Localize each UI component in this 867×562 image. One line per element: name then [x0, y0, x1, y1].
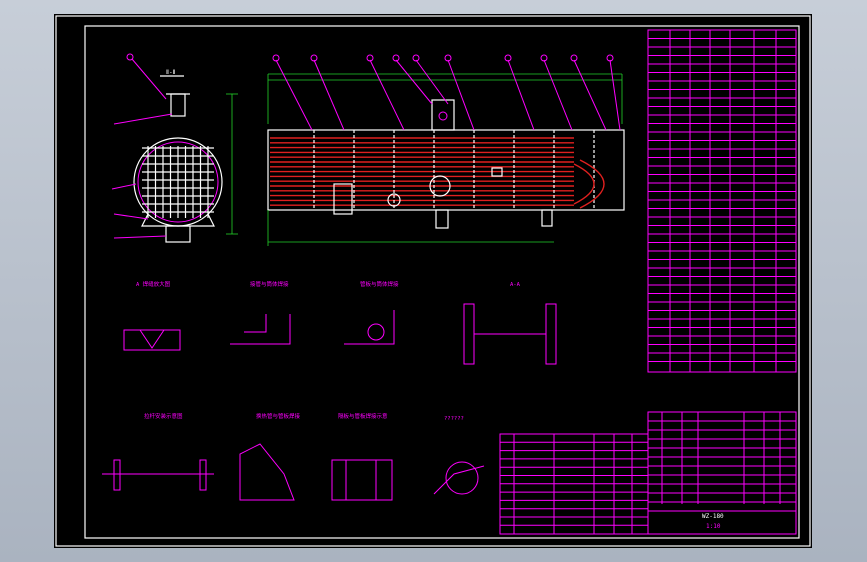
saddle-right — [541, 209, 553, 227]
leader-3 — [113, 213, 149, 220]
shell-outline — [267, 129, 625, 211]
leader-line — [369, 59, 405, 131]
leader-line — [275, 59, 313, 131]
detail-5-plate-2 — [199, 459, 207, 491]
end-view: Ⅱ-Ⅱ — [111, 53, 238, 243]
detail-7-section — [331, 459, 393, 501]
detail-4-plate-left — [463, 303, 475, 365]
detail-8-tube — [445, 461, 479, 495]
view-ii-label: Ⅱ-Ⅱ — [166, 69, 176, 76]
parts-list — [499, 433, 649, 535]
leader-line — [609, 59, 621, 131]
detail-a-plate — [123, 329, 181, 351]
nozzle-flange-face — [438, 111, 448, 121]
technical-data-table — [647, 29, 797, 373]
leader-2 — [111, 183, 137, 190]
detail-6-section — [239, 443, 295, 501]
cad-viewport: Ⅱ-Ⅱ A 焊缝放大图 接管与筒体焊接 管板与筒体焊接 A-A 拉杆安装示意图 … — [0, 0, 867, 562]
detail-8-title: ?????? — [444, 416, 464, 422]
u-bend-2 — [579, 159, 605, 209]
table-rows — [648, 30, 796, 372]
bottom-outlet — [435, 209, 449, 229]
leader-line — [395, 59, 433, 105]
leader-4 — [113, 235, 167, 239]
detail-4-title: A-A — [510, 282, 521, 288]
detail-2-weld — [244, 314, 267, 333]
leader-1 — [113, 113, 173, 125]
balloon-1 — [126, 53, 134, 61]
detail-row-2: 拉杆安装示意图 换热管与管板焊接 隔板与管板焊接示意 ?????? — [102, 412, 485, 501]
drawing-number: WZ-180 — [702, 513, 724, 520]
leader-line — [573, 59, 607, 131]
detail-7-partition — [345, 460, 377, 500]
leader-line — [507, 59, 535, 131]
detail-3-profile — [344, 310, 395, 345]
drawing-canvas: Ⅱ-Ⅱ A 焊缝放大图 接管与筒体焊接 管板与筒体焊接 A-A 拉杆安装示意图 … — [55, 15, 811, 547]
drawing-sheet: Ⅱ-Ⅱ A 焊缝放大图 接管与筒体焊接 管板与筒体焊接 A-A 拉杆安装示意图 … — [54, 14, 812, 548]
parts-list-rows — [500, 434, 648, 534]
bottom-nozzle — [165, 225, 191, 243]
title-block-rows — [648, 412, 796, 512]
leader-line — [415, 59, 449, 105]
detail-row-1: A 焊缝放大图 接管与筒体焊接 管板与筒体焊接 A-A — [123, 280, 557, 365]
detail-4-plate-right — [545, 303, 557, 365]
top-nozzle — [170, 93, 186, 117]
detail-7-title: 隔板与管板焊接示意 — [338, 412, 388, 420]
detail-a-title: A 焊缝放大图 — [136, 280, 171, 288]
tube-bundle — [270, 137, 574, 206]
drawing-scale: 1:10 — [706, 523, 721, 530]
detail-3-title: 管板与筒体焊接 — [360, 280, 399, 288]
detail-6-title: 换热管与管板焊接 — [256, 412, 301, 420]
detail-3-weld — [367, 323, 385, 341]
detail-5-plate-1 — [113, 459, 121, 491]
tube-bundle-pattern — [142, 146, 214, 218]
detail-2-profile — [230, 314, 291, 345]
main-view — [267, 54, 625, 246]
detail-2-title: 接管与筒体焊接 — [250, 280, 289, 288]
detail-5-title: 拉杆安装示意图 — [144, 412, 183, 420]
shell-inlet-nozzle — [431, 99, 455, 131]
u-bend-1 — [573, 163, 595, 205]
leader-5 — [131, 58, 167, 100]
leader-line — [447, 59, 475, 131]
detail-a-weld — [139, 329, 165, 349]
title-block: WZ-180 1:10 — [647, 411, 797, 535]
leader-line — [313, 59, 345, 131]
baffle-plates — [313, 130, 595, 210]
inner-frame — [84, 25, 800, 539]
leader-line — [543, 59, 573, 131]
